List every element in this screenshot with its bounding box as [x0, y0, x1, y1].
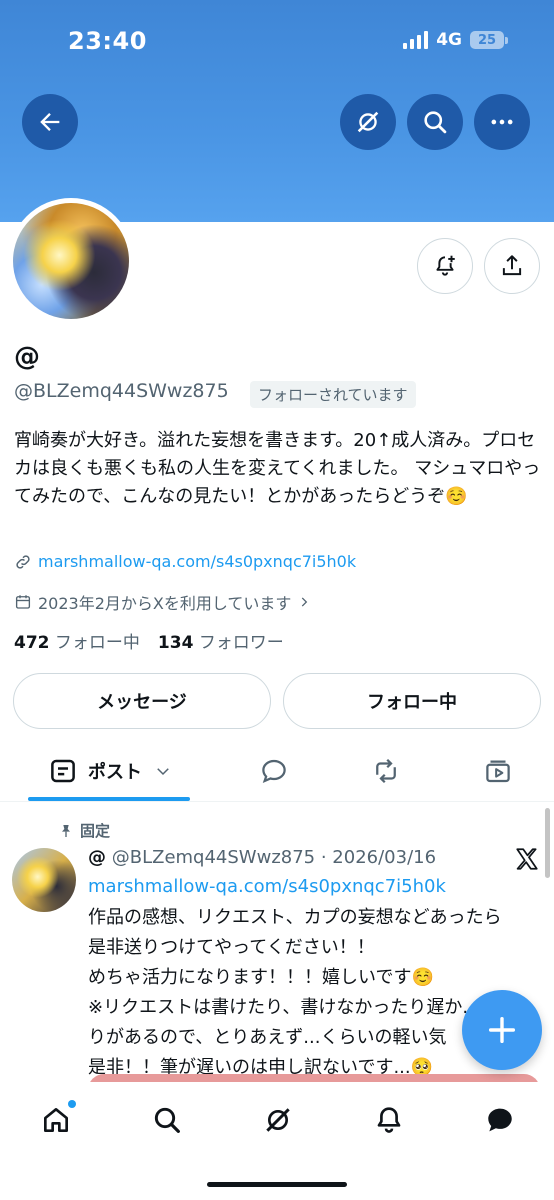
share-button[interactable]	[484, 238, 540, 294]
home-indicator	[207, 1182, 347, 1187]
grok-button[interactable]	[340, 94, 396, 150]
post-header: @ @BLZemq44SWwz875 · 2026/03/16	[88, 847, 436, 868]
more-button[interactable]	[474, 94, 530, 150]
status-indicators: 4G 25	[403, 30, 508, 50]
grok-icon	[357, 111, 379, 133]
nav-search[interactable]	[147, 1100, 187, 1140]
profile-link[interactable]: marshmallow-qa.com/s4s0pxnqc7i5h0k	[38, 552, 356, 571]
tab-active-indicator	[28, 797, 190, 801]
profile-avatar[interactable]	[8, 198, 134, 324]
nav-messages[interactable]	[480, 1100, 520, 1140]
arrow-left-icon	[40, 113, 60, 131]
pin-icon	[62, 824, 70, 837]
nav-notifications[interactable]	[369, 1100, 409, 1140]
network-type: 4G	[436, 30, 462, 50]
post-line: ※リクエストは書けたり、書けなかったり遅か...たりがあるので、とりあえず...…	[88, 997, 498, 1048]
back-button[interactable]	[22, 94, 78, 150]
reply-icon	[262, 759, 286, 784]
repost-icon	[376, 758, 396, 784]
follow-counts: 472 フォロー中 134 フォロワー	[14, 628, 284, 653]
followers-label: フォロワー	[198, 633, 284, 653]
post-line: めちゃ活力になります！！！嬉しいです☺️	[88, 967, 434, 988]
post-line: 作品の感想、リクエスト、カプの妄想などあったら是非送りつけてやってください！！	[88, 907, 502, 958]
nav-grok[interactable]	[258, 1100, 298, 1140]
post-body: 作品の感想、リクエスト、カプの妄想などあったら是非送りつけてやってください！！ …	[88, 903, 508, 1083]
post-avatar[interactable]	[12, 848, 76, 912]
following-stat[interactable]: 472 フォロー中	[14, 628, 140, 653]
followers-stat[interactable]: 134 フォロワー	[158, 628, 284, 653]
battery-icon: 25	[470, 31, 508, 49]
profile-name: @	[14, 342, 40, 372]
posts-icon	[51, 759, 75, 783]
x-logo-icon	[516, 848, 538, 870]
follows-you-badge: フォローされています	[250, 381, 416, 408]
following-count: 472	[14, 633, 50, 653]
grok-icon	[266, 1108, 290, 1132]
home-icon	[44, 1108, 68, 1132]
profile-tabs: ポスト	[0, 740, 554, 802]
following-label: フォロー中	[54, 633, 140, 653]
tab-replies[interactable]	[254, 740, 294, 802]
tab-posts-label: ポスト	[88, 762, 142, 783]
nav-home[interactable]	[36, 1100, 76, 1140]
link-icon	[16, 554, 30, 569]
home-unread-dot	[68, 1100, 76, 1108]
bell-icon	[377, 1107, 401, 1133]
search-button[interactable]	[407, 94, 463, 150]
tab-media[interactable]	[478, 740, 518, 802]
calendar-icon	[15, 595, 31, 609]
battery-level: 25	[470, 31, 504, 49]
tab-reposts[interactable]	[366, 740, 406, 802]
joined-date: 2023年2月からXを利用しています	[38, 594, 292, 613]
pinned-label: 固定	[80, 822, 111, 840]
post-link[interactable]: marshmallow-qa.com/s4s0pxnqc7i5h0k	[88, 876, 446, 897]
profile-bio: 宵崎奏が大好き。溢れた妄想を書きます。20↑成人済み。プロセカは良くも悪くも私の…	[14, 430, 541, 507]
post-handle-date: @BLZemq44SWwz875 · 2026/03/16	[111, 847, 437, 868]
search-icon	[424, 111, 447, 134]
chevron-down-icon	[157, 768, 169, 776]
media-icon	[486, 760, 510, 783]
notify-button[interactable]	[417, 238, 473, 294]
pinned-indicator: 固定	[58, 820, 110, 841]
more-icon	[491, 119, 513, 125]
post-author-name[interactable]: @	[88, 847, 106, 868]
signal-icon	[403, 31, 429, 49]
bell-plus-icon	[436, 255, 455, 276]
status-time: 23:40	[68, 27, 147, 55]
plus-icon	[488, 1016, 516, 1044]
compose-button[interactable]	[462, 990, 542, 1070]
followers-count: 134	[157, 633, 194, 653]
scrollbar[interactable]	[545, 808, 550, 878]
profile-link-row[interactable]: marshmallow-qa.com/s4s0pxnqc7i5h0k	[14, 552, 356, 571]
profile-handle: @BLZemq44SWwz875	[14, 380, 229, 402]
message-button[interactable]: メッセージ	[13, 673, 271, 729]
following-button[interactable]: フォロー中	[283, 673, 541, 729]
search-icon	[154, 1107, 180, 1133]
joined-row[interactable]: 2023年2月からXを利用しています	[14, 590, 311, 614]
chevron-right-icon	[302, 597, 308, 607]
tab-posts[interactable]: ポスト	[40, 740, 180, 802]
share-icon	[502, 255, 522, 276]
chat-icon	[488, 1108, 512, 1132]
